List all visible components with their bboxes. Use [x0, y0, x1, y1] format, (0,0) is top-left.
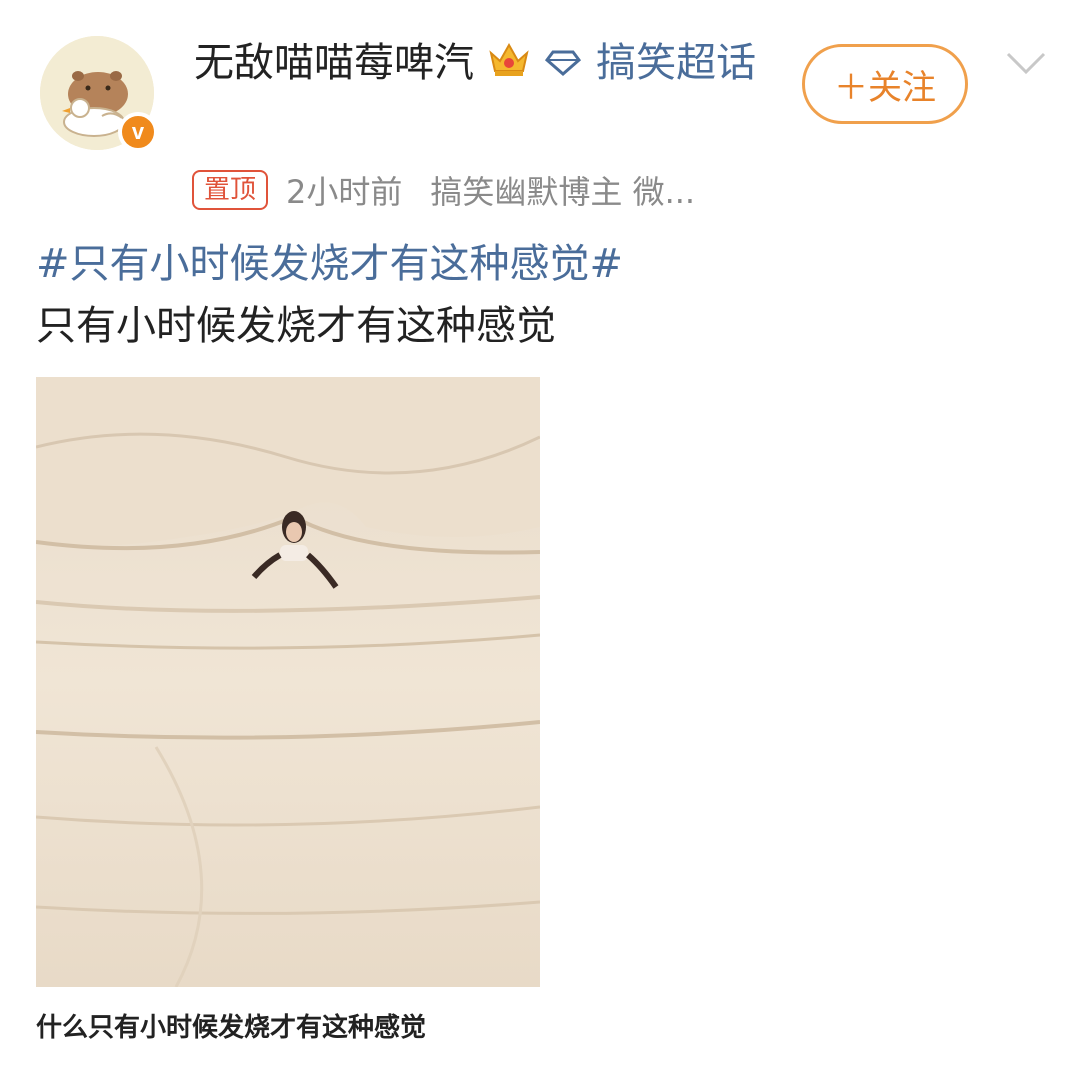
user-name[interactable]: 无敌喵喵莓啤汽 [194, 40, 474, 86]
post-header: 无敌喵喵莓啤汽 搞笑超话 [194, 38, 774, 91]
topic-link[interactable]: 搞笑超话 [596, 40, 756, 86]
hashtag-link[interactable]: #只有小时候发烧才有这种感觉# [36, 238, 623, 290]
image-caption-strip: 什么只有小时候发烧才有这种感觉 [36, 987, 540, 1063]
image-caption: 什么只有小时候发烧才有这种感觉 [36, 1013, 427, 1043]
post-time: 2小时前 [286, 173, 403, 211]
pinned-badge: 置顶 [192, 170, 269, 210]
post-image[interactable] [36, 377, 540, 987]
post-text: 只有小时候发烧才有这种感觉 [36, 303, 556, 349]
diamond-icon [543, 40, 583, 90]
post-source: 搞笑幽默博主 微... [430, 173, 696, 211]
crown-icon [487, 39, 531, 91]
chevron-down-icon[interactable] [1002, 48, 1050, 80]
verified-badge: v [118, 112, 158, 152]
post-meta: 置顶 2小时前 搞笑幽默博主 微... [192, 168, 695, 212]
follow-button[interactable]: ＋关注 [802, 44, 968, 124]
